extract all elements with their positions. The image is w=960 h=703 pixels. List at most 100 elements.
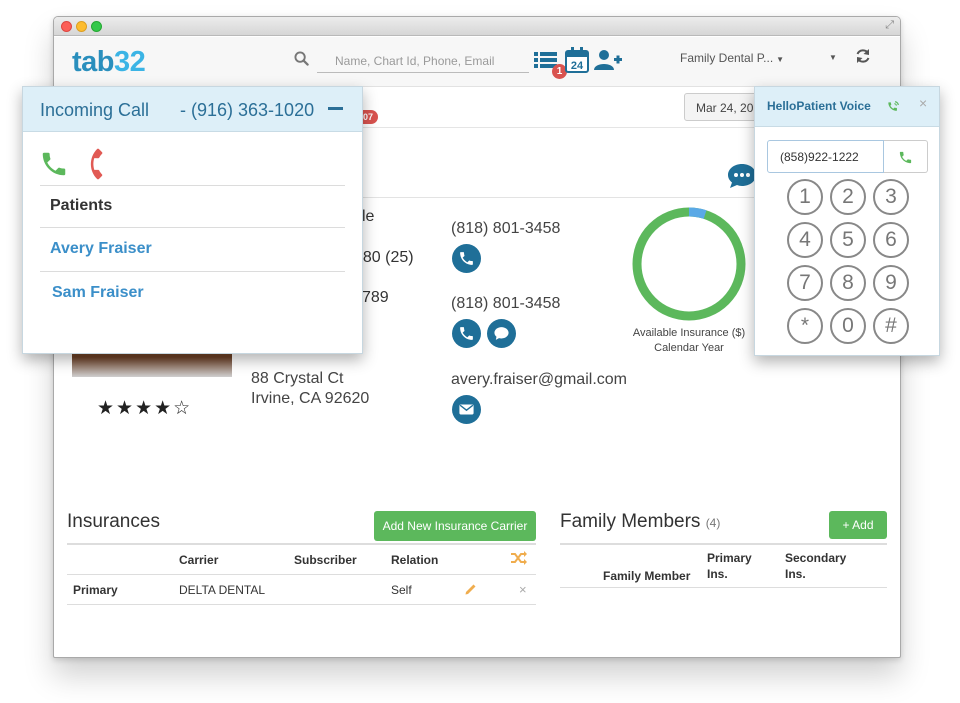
email-button[interactable] — [452, 395, 481, 424]
practice-select[interactable]: Family Dental P... ▼ — [680, 51, 784, 65]
divider — [40, 271, 345, 272]
keypad-key[interactable]: 2 — [830, 179, 866, 215]
dial-call-button[interactable] — [884, 140, 928, 173]
secondary-ins-header-2: Ins. — [785, 567, 806, 581]
divider — [40, 227, 345, 228]
add-patient-icon[interactable] — [594, 49, 622, 76]
hang-up-icon[interactable] — [77, 143, 119, 185]
chat-icon — [494, 327, 509, 340]
keypad-key[interactable]: 5 — [830, 222, 866, 258]
dialer-title: HelloPatient Voice — [767, 99, 871, 113]
calendar-day-text: 24 — [571, 60, 584, 72]
call-phone-1-button[interactable] — [452, 244, 481, 273]
logo-text: tab — [72, 46, 115, 78]
keypad-key[interactable]: # — [873, 308, 909, 344]
phone-icon — [460, 327, 473, 340]
phone-icon — [460, 252, 473, 265]
minimize-icon[interactable] — [328, 107, 343, 110]
rating-stars-text: ★★★★☆ — [97, 398, 193, 419]
patient-id-fragment: 789 — [362, 289, 389, 306]
calendar-icon[interactable]: 24 — [565, 47, 589, 78]
incoming-call-popup: Incoming Call - (916) 363-1020 Patients … — [22, 86, 363, 354]
primary-ins-header-1: Primary — [707, 551, 752, 565]
add-insurance-button[interactable]: Add New Insurance Carrier — [374, 511, 536, 541]
patient-link-avery[interactable]: Avery Fraiser — [50, 240, 152, 258]
dialer-header: HelloPatient Voice × — [755, 87, 939, 127]
practice-select-label: Family Dental P... — [680, 51, 774, 65]
date-selector[interactable]: Mar 24, 201 — [684, 93, 764, 121]
patients-header: Patients — [50, 197, 113, 214]
family-member-header: Family Member — [603, 569, 691, 583]
secondary-ins-header-1: Secondary — [785, 551, 847, 565]
patient-name-fragment: le — [362, 208, 375, 225]
hellopatient-dialer: HelloPatient Voice × 123 456 789 *0# — [754, 86, 940, 356]
primary-ins-header-2: Ins. — [707, 567, 728, 581]
keypad-key[interactable]: 0 — [830, 308, 866, 344]
address-line-1: 88 Crystal Ct — [251, 370, 344, 387]
phone-number-1: (818) 801-3458 — [451, 220, 561, 237]
table-row[interactable]: Primary DELTA DENTAL Self × — [67, 575, 536, 605]
close-icon[interactable]: × — [919, 95, 927, 111]
logo-number: 32 — [114, 46, 146, 78]
address-line-2: Irvine, CA 92620 — [251, 390, 370, 407]
keypad-key[interactable]: 7 — [787, 265, 823, 301]
chat-bubble-icon[interactable] — [727, 163, 757, 194]
phone-icon — [899, 151, 912, 164]
call-phone-2-button[interactable] — [452, 319, 481, 348]
patient-link-sam[interactable]: Sam Fraiser — [52, 284, 144, 302]
keypad-key[interactable]: 4 — [787, 222, 823, 258]
pencil-icon[interactable] — [464, 582, 478, 599]
keypad-key[interactable]: 6 — [873, 222, 909, 258]
subscriber-header: Subscriber — [294, 553, 357, 567]
chart-label-line-2: Calendar Year — [654, 342, 724, 354]
family-title-text: Family Members — [560, 511, 701, 532]
text-phone-2-button[interactable] — [487, 319, 516, 348]
insurance-chart-label: Available Insurance ($) Calendar Year — [609, 326, 769, 356]
delete-icon[interactable]: × — [519, 582, 527, 597]
close-window-button[interactable] — [61, 21, 72, 32]
envelope-icon — [459, 404, 474, 415]
chart-label-line-1: Available Insurance ($) — [632, 327, 746, 339]
app-logo[interactable]: tab32 — [72, 46, 146, 79]
patient-rating[interactable]: ★★★★☆ — [97, 397, 192, 420]
family-members-title: Family Members (4) — [560, 511, 720, 533]
fullscreen-icon[interactable]: ⤢ — [885, 19, 894, 32]
window-titlebar: ⤢ — [54, 17, 900, 36]
minimize-window-button[interactable] — [76, 21, 87, 32]
chevron-down-icon: ▼ — [776, 55, 785, 64]
location-select-chevron-icon[interactable]: ▼ — [829, 53, 837, 62]
incoming-call-header: Incoming Call - (916) 363-1020 — [23, 87, 362, 132]
email-address: avery.fraiser@gmail.com — [451, 371, 627, 388]
insurances-table: Carrier Subscriber Relation Primary DELT… — [67, 543, 536, 605]
divider — [40, 185, 345, 186]
search-icon[interactable] — [294, 51, 309, 71]
shuffle-icon[interactable] — [511, 551, 527, 568]
insurances-title: Insurances — [67, 511, 160, 532]
top-navbar: tab32 1 24 Family Dental P...▼ ▼ — [54, 37, 900, 87]
insurances-table-header: Carrier Subscriber Relation — [67, 545, 536, 575]
add-family-label: Add — [852, 518, 874, 532]
keypad-key[interactable]: 8 — [830, 265, 866, 301]
keypad-key[interactable]: 3 — [873, 179, 909, 215]
patient-search-input[interactable] — [317, 49, 529, 73]
incoming-call-title: Incoming Call — [40, 100, 150, 120]
insurance-relation: Self — [391, 583, 412, 597]
family-count: (4) — [705, 516, 721, 530]
phone-number-2: (818) 801-3458 — [451, 295, 561, 312]
answer-call-icon[interactable] — [39, 149, 69, 179]
carrier-header: Carrier — [179, 553, 219, 567]
add-family-member-button[interactable]: + Add — [829, 511, 887, 539]
keypad-key[interactable]: * — [787, 308, 823, 344]
donut-available-ring — [632, 207, 746, 321]
keypad-key[interactable]: 1 — [787, 179, 823, 215]
insurance-carrier: DELTA DENTAL — [179, 583, 266, 597]
relation-header: Relation — [391, 553, 439, 567]
family-members-table: Family Member Primary Ins. Secondary Ins… — [560, 543, 887, 588]
incoming-call-number: - (916) 363-1020 — [180, 100, 315, 120]
keypad-key[interactable]: 9 — [873, 265, 909, 301]
plus-icon: + — [842, 518, 850, 532]
dial-number-input[interactable] — [767, 140, 884, 173]
insurance-type: Primary — [73, 583, 118, 597]
refresh-icon[interactable] — [855, 48, 871, 69]
zoom-window-button[interactable] — [91, 21, 102, 32]
